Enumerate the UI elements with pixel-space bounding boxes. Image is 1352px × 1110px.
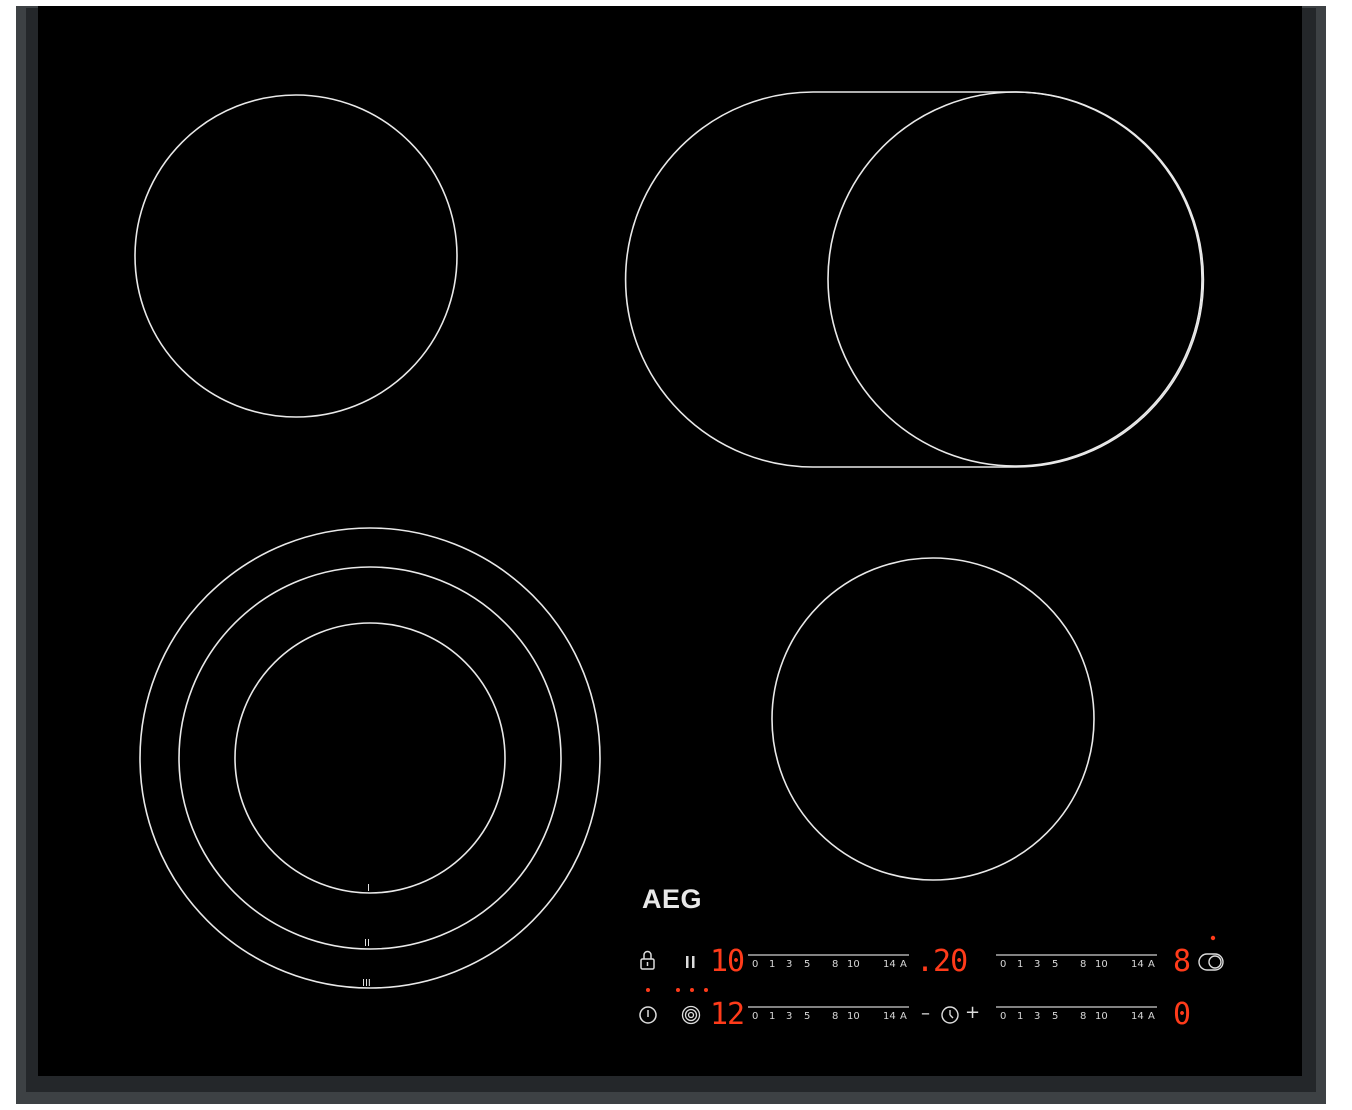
scale-label: 5	[804, 1011, 811, 1022]
scale-label: 0	[752, 959, 759, 970]
slider-scale-front-left[interactable]: 0 1 3 5 8 10 14 A	[752, 960, 912, 972]
scale-label: 10	[1095, 959, 1108, 970]
scale-label: 14	[1131, 1011, 1144, 1022]
display-front-right-level: 0	[1173, 997, 1191, 1032]
scale-label: A	[900, 959, 907, 970]
scale-label: 5	[1052, 959, 1059, 970]
bridge-indicator-dot	[1210, 935, 1216, 941]
scale-label: A	[1148, 1011, 1155, 1022]
scale-label: 1	[769, 959, 776, 970]
scale-label: A	[1148, 959, 1155, 970]
zone-indicator-dot-3	[704, 988, 708, 992]
display-rear-left-level: 12	[710, 997, 745, 1032]
zone-mark-outer: III	[362, 978, 371, 989]
scale-label: 10	[847, 959, 860, 970]
scale-label: 10	[1095, 1011, 1108, 1022]
scale-label: 0	[752, 1011, 759, 1022]
scale-label: A	[900, 1011, 907, 1022]
cooktop-surface	[16, 6, 1326, 1104]
scale-label: 14	[883, 959, 896, 970]
slider-scale-rear-right[interactable]: 0 1 3 5 8 10 14 A	[1000, 960, 1160, 972]
scale-label: 1	[1017, 1011, 1024, 1022]
cooktop: I II III AEG 10 .20 8 12 0 – + 0 1 3 5 8…	[16, 6, 1326, 1104]
slider-scale-front-right[interactable]: 0 1 3 5 8 10 14 A	[1000, 1012, 1160, 1024]
scale-label: 3	[786, 1011, 793, 1022]
scale-label: 3	[1034, 1011, 1041, 1022]
scale-label: 10	[847, 1011, 860, 1022]
scale-label: 1	[1017, 959, 1024, 970]
glass-surface	[38, 6, 1302, 1076]
scale-label: 3	[1034, 959, 1041, 970]
zone-indicator-dot-1	[676, 988, 680, 992]
display-rear-right-level: 8	[1173, 944, 1191, 979]
scale-label: 8	[1080, 959, 1087, 970]
display-front-left-level: 10	[710, 944, 745, 979]
zone-indicator-dot-2	[690, 988, 694, 992]
slider-scale-rear-left[interactable]: 0 1 3 5 8 10 14 A	[752, 1012, 912, 1024]
scale-label: 3	[786, 959, 793, 970]
scale-label: 14	[883, 1011, 896, 1022]
brand-logo: AEG	[642, 884, 703, 914]
scale-label: 1	[769, 1011, 776, 1022]
timer-plus-button[interactable]: +	[965, 1004, 980, 1022]
scale-label: 0	[1000, 959, 1007, 970]
scale-label: 8	[1080, 1011, 1087, 1022]
zone-mark-middle: II	[364, 938, 370, 949]
scale-label: 0	[1000, 1011, 1007, 1022]
zone-mark-inner: I	[367, 883, 370, 894]
scale-label: 5	[1052, 1011, 1059, 1022]
power-indicator-dot	[646, 988, 650, 992]
display-timer: .20	[916, 944, 968, 979]
scale-label: 5	[804, 959, 811, 970]
scale-label: 8	[832, 959, 839, 970]
scale-label: 8	[832, 1011, 839, 1022]
timer-minus-button[interactable]: –	[921, 1005, 930, 1023]
scale-label: 14	[1131, 959, 1144, 970]
